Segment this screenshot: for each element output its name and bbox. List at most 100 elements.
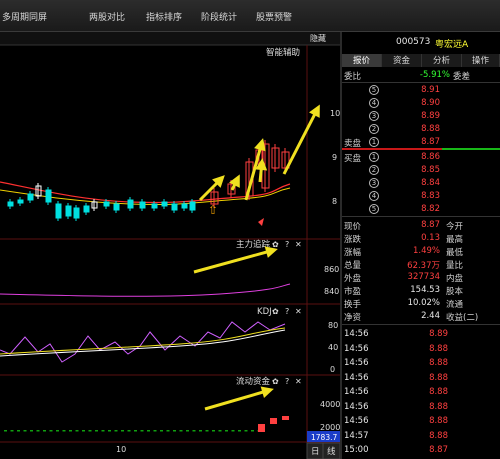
buy-row[interactable]: 2 8.85 xyxy=(342,164,500,177)
stat-label: 换手 xyxy=(344,300,362,310)
stat-row: 换手 10.02% 流通 xyxy=(342,297,500,310)
flow-bar xyxy=(251,430,254,432)
ind2-close-icon[interactable]: ✕ xyxy=(295,307,302,316)
sell-row[interactable]: 3 8.89 xyxy=(342,110,500,123)
ind2-gear-icon[interactable]: ✿ xyxy=(272,307,279,316)
flow-bar xyxy=(4,430,7,432)
candle xyxy=(139,201,146,209)
level-number: 5 xyxy=(369,204,379,214)
tab-multi-period[interactable]: 多周期同屏 xyxy=(2,10,47,23)
annotation-arrow xyxy=(204,388,271,411)
stat-label-2: 收益(二) xyxy=(446,313,479,323)
ind3-gear-icon[interactable]: ✿ xyxy=(272,377,279,386)
tab-operate[interactable]: 操作 xyxy=(462,54,500,67)
flow-bar xyxy=(173,430,176,432)
ind3-axis-4000: 4000 xyxy=(320,400,340,409)
flow-bar xyxy=(56,430,59,432)
stock-name: 粤宏远A xyxy=(435,40,469,50)
flow-bar xyxy=(179,430,183,432)
collapse-label[interactable]: 隐藏 xyxy=(310,33,326,43)
buy-row[interactable]: 4 8.83 xyxy=(342,190,500,203)
sell-row[interactable]: 5 8.91 xyxy=(342,84,500,97)
ind3-title: 流动资金 xyxy=(236,376,271,387)
main-axis-8: 8 xyxy=(332,197,337,206)
candle xyxy=(45,189,52,203)
tab-stage-stats[interactable]: 阶段统计 xyxy=(201,10,237,23)
flow-bar xyxy=(160,430,163,432)
stat-value: 327734 xyxy=(407,272,440,282)
flow-bar xyxy=(231,430,235,432)
buy-row[interactable]: 5 8.82 xyxy=(342,203,500,216)
tick-time: 14:56 xyxy=(344,401,369,412)
level-number: 5 xyxy=(369,85,379,95)
tab-indicator-sort[interactable]: 指标排序 xyxy=(146,10,182,23)
candle xyxy=(151,203,158,209)
sell-price: 8.88 xyxy=(421,124,440,134)
ind1-gear-icon[interactable]: ✿ xyxy=(272,240,279,249)
ind2-axis-0: 0 xyxy=(330,365,335,374)
stat-value: 62.37万 xyxy=(407,261,440,271)
ind3-close-icon[interactable]: ✕ xyxy=(295,377,302,386)
flow-bar xyxy=(121,430,124,432)
buy-price: 8.83 xyxy=(421,191,440,201)
tick-row: 14:56 8.88 xyxy=(342,401,500,414)
candle xyxy=(73,207,80,219)
ind2-help-icon[interactable]: ? xyxy=(285,307,289,316)
stat-label: 涨跌 xyxy=(344,235,362,245)
buy-price: 8.86 xyxy=(421,152,440,162)
tick-row: 14:56 8.88 xyxy=(342,343,500,356)
level-number: 4 xyxy=(369,98,379,108)
chart-header-bar xyxy=(0,32,340,45)
flow-bar xyxy=(192,430,196,432)
candle xyxy=(189,201,196,211)
stat-label: 涨幅 xyxy=(344,248,362,258)
stat-label: 现价 xyxy=(344,222,362,232)
level-number: 2 xyxy=(369,165,379,175)
stat-value: 10.02% xyxy=(407,298,440,308)
kline-chart[interactable]: 隐藏 智能辅助 10 9 8 主力追踪 ✿ ? ✕ 860 840 KDJ ✿ … xyxy=(0,32,340,459)
main-axis-10: 10 xyxy=(330,109,340,118)
tab-quote[interactable]: 报价 xyxy=(342,54,382,67)
tick-time: 14:56 xyxy=(344,343,369,354)
tab-funds[interactable]: 资金 xyxy=(382,54,422,67)
flow-bar xyxy=(244,430,248,432)
tab-compare[interactable]: 两股对比 xyxy=(89,10,125,23)
ind1-help-icon[interactable]: ? xyxy=(285,240,289,249)
red-marker-icon xyxy=(258,218,264,226)
flow-bar xyxy=(49,430,53,432)
stat-value: 2.44 xyxy=(421,311,440,321)
divider xyxy=(342,216,500,217)
tab-analysis[interactable]: 分析 xyxy=(422,54,462,67)
flow-bar xyxy=(62,430,66,432)
ind1-line xyxy=(0,283,291,297)
stat-value: 8.87 xyxy=(421,220,440,230)
flow-bar xyxy=(30,430,33,432)
candle xyxy=(161,201,168,207)
stat-label: 外盘 xyxy=(344,274,362,284)
sell-price: 8.91 xyxy=(421,85,440,95)
flow-bar xyxy=(17,430,20,432)
ind1-close-icon[interactable]: ✕ xyxy=(295,240,302,249)
stat-label-2: 量比 xyxy=(446,261,464,271)
flow-bar xyxy=(127,430,131,432)
flow-bar xyxy=(186,430,189,432)
stat-value: 1.49% xyxy=(412,246,440,256)
level-number: 4 xyxy=(369,191,379,201)
flow-bar-up xyxy=(270,418,277,424)
candle xyxy=(55,203,62,219)
buy-row[interactable]: 买盘 1 8.86 xyxy=(342,151,500,164)
sell-row[interactable]: 2 8.88 xyxy=(342,123,500,136)
annotation-arrow-head xyxy=(260,386,274,399)
stat-value: 0.13 xyxy=(421,233,440,243)
flow-bar xyxy=(199,430,202,432)
flow-bar xyxy=(88,430,92,432)
stat-row: 总量 62.37万 量比 xyxy=(342,258,500,271)
level-number: 3 xyxy=(369,111,379,121)
top-tab-bar: 多周期同屏 两股对比 指标排序 阶段统计 股票预警 xyxy=(0,0,500,32)
buy-row[interactable]: 3 8.84 xyxy=(342,177,500,190)
tab-stock-alert[interactable]: 股票预警 xyxy=(256,10,292,23)
ind3-help-icon[interactable]: ? xyxy=(285,377,289,386)
sell-row[interactable]: 4 8.90 xyxy=(342,97,500,110)
ind2-title: KDJ xyxy=(257,307,272,317)
stat-row: 涨跌 0.13 最高 xyxy=(342,232,500,245)
